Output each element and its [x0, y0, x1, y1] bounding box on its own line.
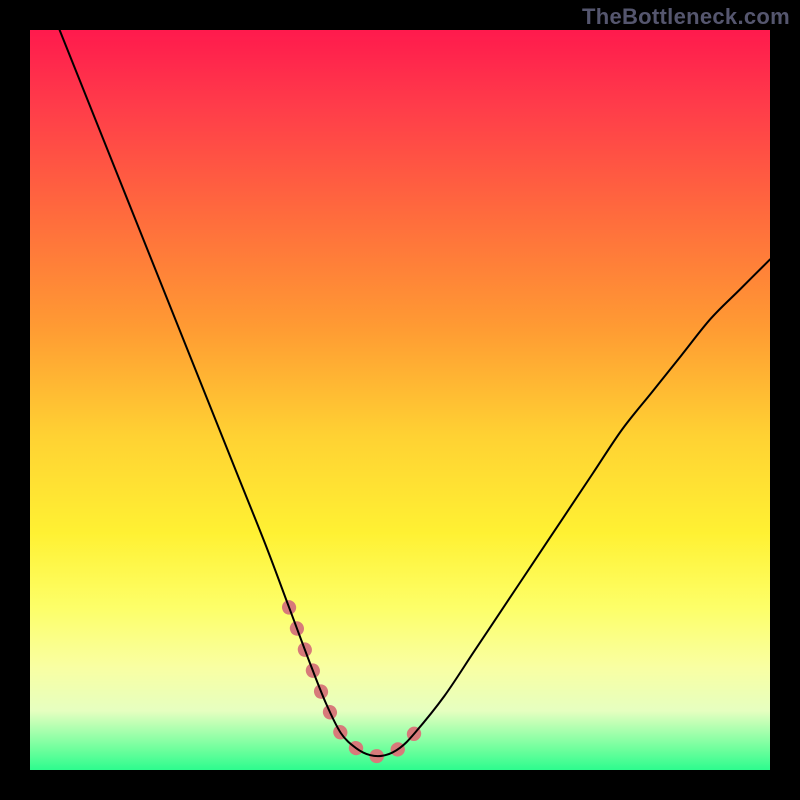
range-highlight-path [289, 607, 415, 756]
plot-area [30, 30, 770, 770]
chart-frame: TheBottleneck.com [0, 0, 800, 800]
curve-layer [30, 30, 770, 770]
bottleneck-curve-path [60, 30, 770, 756]
watermark-text: TheBottleneck.com [582, 4, 790, 30]
